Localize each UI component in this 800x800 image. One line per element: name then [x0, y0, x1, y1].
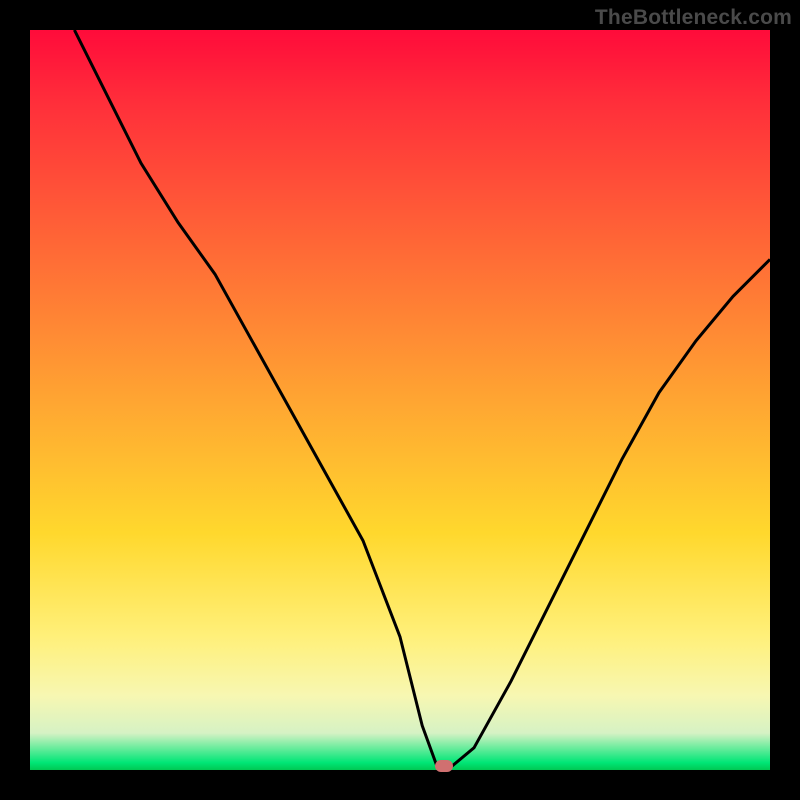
- watermark-text: TheBottleneck.com: [595, 6, 792, 30]
- plot-area: [30, 30, 770, 770]
- curve-path: [74, 30, 770, 766]
- optimum-marker: [435, 760, 453, 772]
- chart-frame: TheBottleneck.com: [0, 0, 800, 800]
- bottleneck-curve: [30, 30, 770, 770]
